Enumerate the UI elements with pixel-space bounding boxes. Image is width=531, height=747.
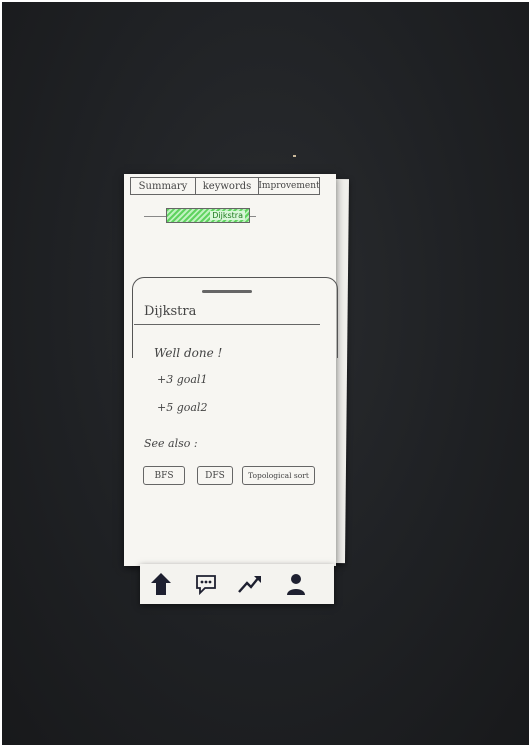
see-also-label: See also : — [144, 437, 198, 450]
goal-item: +3 goal1 — [157, 373, 208, 386]
bottom-nav-bar — [140, 564, 334, 604]
breadcrumb-label: Dijkstra — [210, 211, 245, 220]
card-title: Dijkstra — [144, 304, 197, 319]
tab-summary[interactable]: Summary — [130, 177, 196, 195]
photo-background: Summary keywords Improvement Dijkstra Di… — [2, 2, 529, 745]
tab-bar: Summary keywords Improvement — [130, 177, 330, 195]
related-chip-topological-sort[interactable]: Topological sort — [242, 466, 315, 485]
breadcrumb-dijkstra[interactable]: Dijkstra — [166, 208, 250, 223]
tab-keywords[interactable]: keywords — [195, 177, 259, 195]
related-chip-dfs[interactable]: DFS — [197, 466, 233, 485]
feedback-message: Well done ! — [154, 346, 223, 360]
related-chip-bfs[interactable]: BFS — [143, 466, 185, 485]
paper-prototype-screen: Summary keywords Improvement Dijkstra Di… — [124, 174, 338, 566]
home-icon[interactable] — [147, 570, 175, 598]
trending-icon[interactable] — [236, 570, 264, 598]
profile-icon[interactable] — [282, 570, 310, 598]
card-divider — [134, 324, 320, 325]
sheet-drag-handle[interactable] — [202, 290, 252, 293]
chat-icon[interactable] — [192, 570, 220, 598]
tab-improvement[interactable]: Improvement — [258, 177, 320, 195]
goal-item: +5 goal2 — [157, 401, 208, 414]
paper-speck — [293, 155, 296, 157]
